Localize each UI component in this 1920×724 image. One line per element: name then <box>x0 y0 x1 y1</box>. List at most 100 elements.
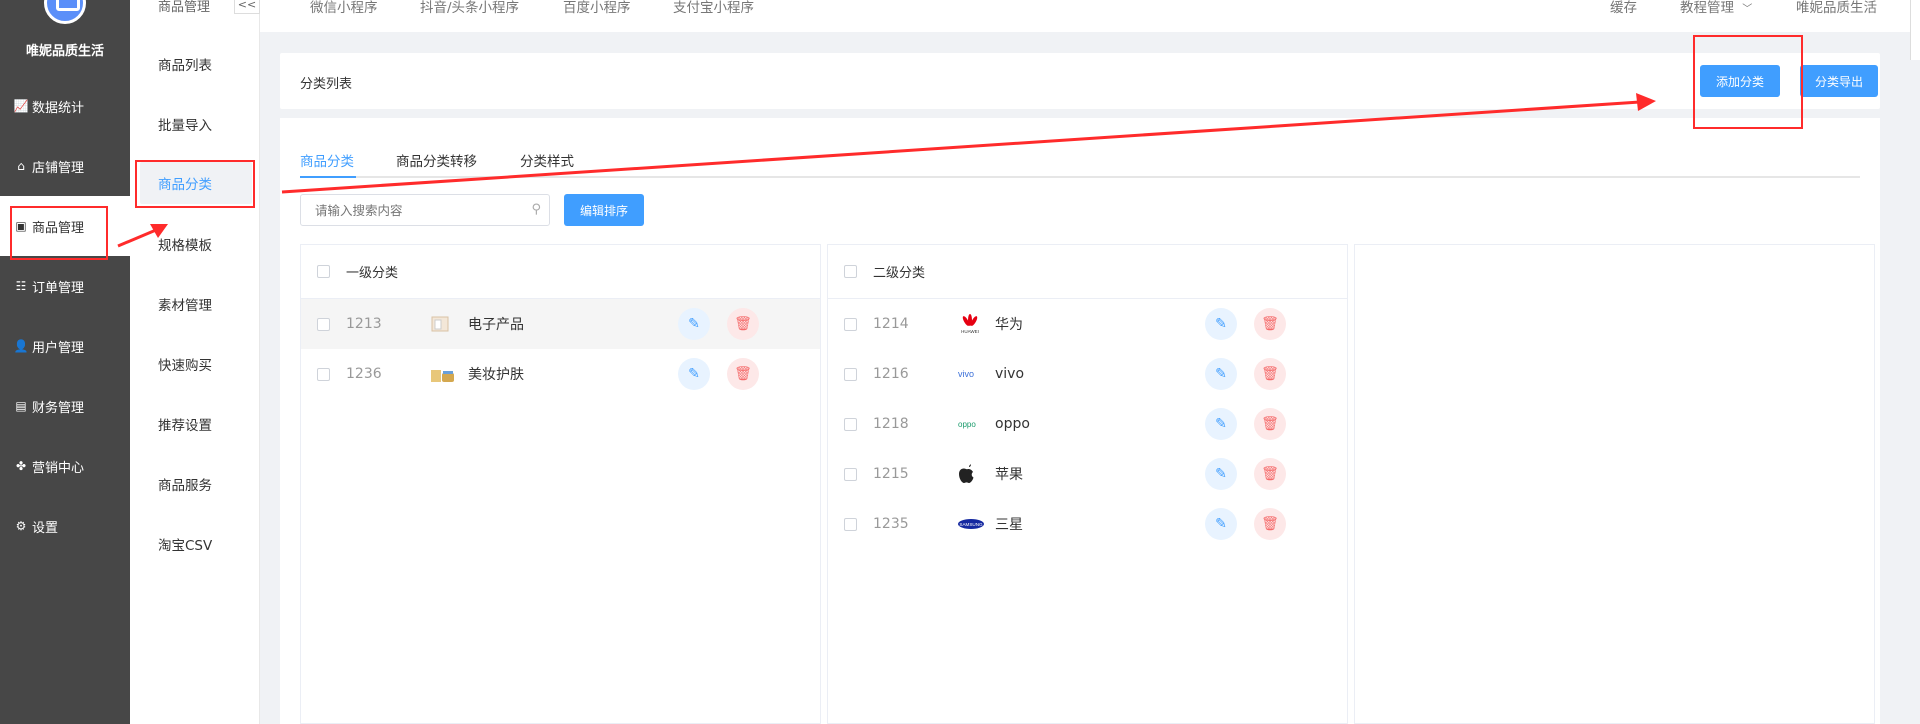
level1-header: 一级分类 <box>301 245 820 299</box>
table-row[interactable]: 1218 oppo oppo ✎ 🗑 <box>828 399 1347 449</box>
sidebar-item-user[interactable]: 👤 用户管理 <box>0 316 130 376</box>
chevron-down-icon: ﹀ <box>1742 4 1753 15</box>
subnav-item-goods-list[interactable]: 商品列表 <box>158 54 212 74</box>
table-row[interactable]: 1236 美妆护肤 ✎ 🗑 <box>301 349 820 399</box>
category-thumbnail-icon <box>430 364 468 384</box>
row-checkbox[interactable] <box>844 417 857 431</box>
sidebar-item-stats[interactable]: 📈 数据统计 <box>0 76 130 136</box>
chart-icon: 📈 <box>13 99 29 113</box>
subnav-item-recommend[interactable]: 推荐设置 <box>158 414 212 434</box>
select-all-checkbox[interactable] <box>844 265 857 278</box>
brand-logo-icon <box>44 0 86 24</box>
oppo-logo-icon: oppo <box>957 417 995 431</box>
sidebar-item-finance[interactable]: ▤ 财务管理 <box>0 376 130 436</box>
tab-category-style[interactable]: 分类样式 <box>520 150 574 170</box>
subnav-item-quick-buy[interactable]: 快速购买 <box>158 354 212 374</box>
subnav-item-batch-import[interactable]: 批量导入 <box>158 114 212 134</box>
edit-icon[interactable]: ✎ <box>678 358 710 390</box>
sub-sidebar-title: 商品管理 <box>158 0 211 15</box>
apple-logo-icon <box>957 464 995 484</box>
finance-icon: ▤ <box>15 399 27 413</box>
row-checkbox[interactable] <box>844 317 857 331</box>
level3-panel <box>1354 244 1875 724</box>
svg-text:oppo: oppo <box>958 420 976 429</box>
page-title: 分类列表 <box>300 77 353 92</box>
user-icon: 👤 <box>13 339 29 353</box>
table-row[interactable]: 1216 vivo vivo ✎ 🗑 <box>828 349 1347 399</box>
category-thumbnail-icon <box>430 314 468 334</box>
tab-category-transfer[interactable]: 商品分类转移 <box>396 150 477 170</box>
main-sidebar: 唯妮品质生活 📈 数据统计 ⌂ 店铺管理 ▣ 商品管理 ☷ 订单管理 👤 用户管… <box>0 0 130 724</box>
category-header-card: 分类列表 添加分类 分类导出 <box>280 53 1880 109</box>
svg-text:vivo: vivo <box>958 369 974 379</box>
row-checkbox[interactable] <box>317 367 330 381</box>
cache-link[interactable]: 缓存 <box>1610 0 1637 16</box>
level2-header: 二级分类 <box>828 245 1347 299</box>
table-row[interactable]: 1235 SAMSUNG 三星 ✎ 🗑 <box>828 499 1347 549</box>
svg-text:SAMSUNG: SAMSUNG <box>959 522 983 527</box>
annotation-box-add <box>1693 35 1803 129</box>
sidebar-item-settings[interactable]: ⚙ 设置 <box>0 496 130 556</box>
select-all-checkbox[interactable] <box>317 265 330 278</box>
row-checkbox[interactable] <box>317 317 330 331</box>
sidebar-item-order[interactable]: ☷ 订单管理 <box>0 256 130 316</box>
edit-icon[interactable]: ✎ <box>1205 458 1237 490</box>
export-category-button[interactable]: 分类导出 <box>1800 65 1878 97</box>
edit-icon[interactable]: ✎ <box>1205 358 1237 390</box>
tab-goods-category[interactable]: 商品分类 <box>300 150 354 170</box>
top-tab-wechat[interactable]: 微信小程序 <box>310 0 378 16</box>
sub-sidebar: 商品管理 << 商品列表 批量导入 商品分类 规格模板 素材管理 快速购买 推荐… <box>130 0 260 724</box>
sidebar-item-marketing[interactable]: ✤ 营销中心 <box>0 436 130 496</box>
subnav-item-taobao-csv[interactable]: 淘宝CSV <box>158 534 212 554</box>
account-menu[interactable]: 唯妮品质生活 <box>1796 0 1877 16</box>
top-tab-baidu[interactable]: 百度小程序 <box>563 0 631 16</box>
search-input[interactable] <box>301 195 511 225</box>
delete-icon[interactable]: 🗑 <box>1254 358 1286 390</box>
brand-name: 唯妮品质生活 <box>25 44 104 59</box>
category-main-card: 商品分类 商品分类转移 分类样式 ⚲ 编辑排序 一级分类 1213 电子产品 ✎… <box>280 118 1880 724</box>
edit-icon[interactable]: ✎ <box>1205 508 1237 540</box>
delete-icon[interactable]: 🗑 <box>727 308 759 340</box>
annotation-box-goods <box>10 206 108 260</box>
store-icon: ⌂ <box>17 159 25 173</box>
row-checkbox[interactable] <box>844 367 857 381</box>
edit-icon[interactable]: ✎ <box>1205 408 1237 440</box>
marketing-icon: ✤ <box>15 459 27 473</box>
delete-icon[interactable]: 🗑 <box>1254 408 1286 440</box>
samsung-logo-icon: SAMSUNG <box>957 518 995 530</box>
sidebar-item-store[interactable]: ⌂ 店铺管理 <box>0 136 130 196</box>
search-icon[interactable]: ⚲ <box>531 202 541 217</box>
huawei-logo-icon: HUAWEI <box>957 313 995 335</box>
tab-active-indicator <box>300 176 356 178</box>
delete-icon[interactable]: 🗑 <box>1254 508 1286 540</box>
delete-icon[interactable]: 🗑 <box>1254 458 1286 490</box>
row-checkbox[interactable] <box>844 517 857 531</box>
level1-panel: 一级分类 1213 电子产品 ✎ 🗑 1236 美妆护肤 ✎ 🗑 <box>300 244 821 724</box>
annotation-box-category <box>135 160 255 208</box>
subnav-item-spec-template[interactable]: 规格模板 <box>158 234 212 254</box>
level2-panel: 二级分类 1214 HUAWEI 华为 ✎ 🗑 1216 vivo vivo ✎… <box>827 244 1348 724</box>
delete-icon[interactable]: 🗑 <box>727 358 759 390</box>
window-edge <box>1910 0 1920 60</box>
gear-icon: ⚙ <box>15 519 27 533</box>
edit-icon[interactable]: ✎ <box>678 308 710 340</box>
collapse-button[interactable]: << <box>234 0 260 14</box>
edit-icon[interactable]: ✎ <box>1205 308 1237 340</box>
top-tab-douyin[interactable]: 抖音/头条小程序 <box>420 0 519 16</box>
top-bar: 微信小程序 抖音/头条小程序 百度小程序 支付宝小程序 缓存 教程管理 ﹀ 唯妮… <box>260 0 1920 32</box>
tutorial-menu[interactable]: 教程管理 ﹀ <box>1680 0 1752 16</box>
edit-sort-button[interactable]: 编辑排序 <box>564 194 644 226</box>
table-row[interactable]: 1215 苹果 ✎ 🗑 <box>828 449 1347 499</box>
tab-divider <box>300 176 1860 178</box>
svg-text:HUAWEI: HUAWEI <box>961 329 979 334</box>
table-row[interactable]: 1214 HUAWEI 华为 ✎ 🗑 <box>828 299 1347 349</box>
subnav-item-material[interactable]: 素材管理 <box>158 294 212 314</box>
order-icon: ☷ <box>15 279 27 293</box>
table-row[interactable]: 1213 电子产品 ✎ 🗑 <box>301 299 820 349</box>
top-tab-alipay[interactable]: 支付宝小程序 <box>673 0 754 16</box>
delete-icon[interactable]: 🗑 <box>1254 308 1286 340</box>
search-box: ⚲ <box>300 194 550 226</box>
subnav-item-service[interactable]: 商品服务 <box>158 474 212 494</box>
vivo-logo-icon: vivo <box>957 367 995 381</box>
row-checkbox[interactable] <box>844 467 857 481</box>
